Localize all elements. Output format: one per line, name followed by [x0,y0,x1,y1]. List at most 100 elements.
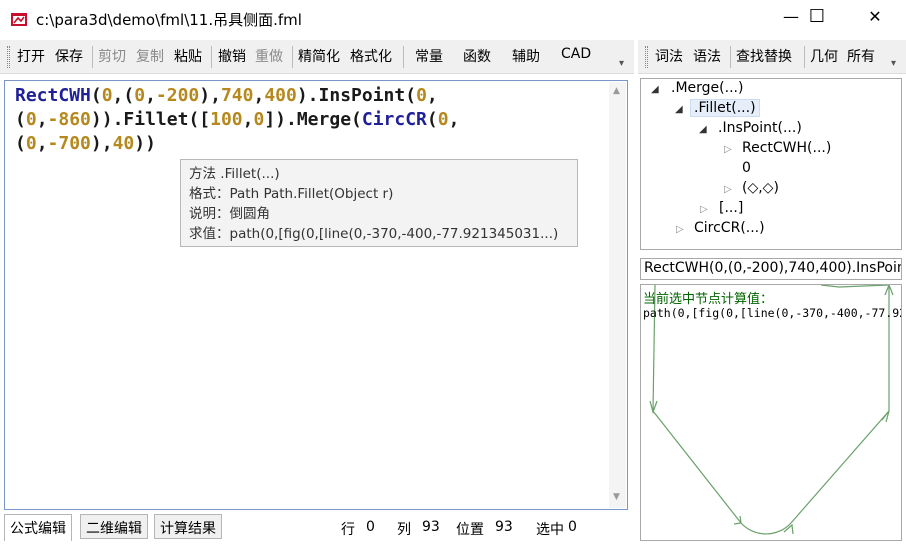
code-line-1: RectCWH(0,(0,-200),740,400).InsPoint(0, [15,85,438,106]
collapse-icon[interactable]: ▷ [676,224,684,235]
toolbar-grip[interactable] [645,46,648,68]
code-token: ([ [188,109,211,130]
close-button[interactable]: ✕ [852,0,898,32]
collapse-icon[interactable]: ▷ [724,144,732,155]
code-token: ( [15,109,26,130]
code-token: 100 [210,109,243,130]
app-icon [11,13,27,26]
code-token: -860 [47,109,91,130]
tooltip-value: 求值：path(0,[fig(0,[line(0,-370,-400,-77.9… [189,226,559,242]
syntax-tree[interactable]: ◢ .Merge(...) ◢ .Fillet(...) ◢ .InsPoint… [640,78,902,250]
status-pos-value: 93 [495,519,513,535]
constant-menu[interactable]: 常量 [415,46,443,66]
find-replace-button[interactable]: 查找替换 [736,46,792,66]
result-panel: 当前选中节点计算值： path(0,[fig(0,[line(0,-370,-4… [640,284,902,541]
status-sel-value: 0 [568,519,577,535]
code-token: , [448,109,460,130]
cad-menu[interactable]: CAD [561,46,591,62]
expression-input[interactable]: RectCWH(0,(0,-200),740,400).InsPoint(0,(… [640,258,902,280]
tab-calc-result[interactable]: 计算结果 [154,514,222,539]
tooltip-format: 格式：Path Path.Fillet(Object r) [189,186,394,202]
code-token: 0 [101,85,113,106]
status-col-label: 列 [397,522,411,538]
scroll-up-icon[interactable]: ▲ [613,86,620,96]
result-path-preview [649,285,894,535]
function-menu[interactable]: 函数 [463,46,491,66]
code-token: , [145,85,156,106]
code-token: 400 [264,85,297,106]
redo-button[interactable]: 重做 [255,46,283,66]
code-token: ]). [264,109,297,130]
toolbar-grip[interactable] [7,46,10,68]
toolbar-separator [92,46,93,68]
toolbar-overflow-icon[interactable]: ▾ [891,58,896,69]
code-token: 0 [134,85,146,106]
status-col-value: 93 [422,519,440,535]
code-token: , [36,133,48,154]
code-token: InsPoint [318,85,406,106]
scroll-down-icon[interactable]: ▼ [613,492,620,502]
tree-node-circcr[interactable]: CircCR(...) [694,220,765,236]
toolbar-overflow-icon[interactable]: ▾ [619,58,624,69]
geometry-button[interactable]: 几何 [810,46,838,66]
toolbar-separator [403,46,404,68]
code-token: 0 [437,109,449,130]
all-button[interactable]: 所有 [847,46,875,66]
code-token: RectCWH [15,85,91,106]
code-token: ), [199,85,221,106]
code-token: ( [90,85,102,106]
code-token: 40 [112,133,135,154]
tree-node-zero[interactable]: 0 [742,160,751,176]
path-direction-arrow-icon [783,523,794,535]
maximize-button[interactable]: ☐ [794,0,840,32]
cut-button[interactable]: 剪切 [98,46,126,66]
paste-button[interactable]: 粘贴 [174,46,202,66]
code-token: )). [90,109,124,130]
tab-formula-edit[interactable]: 公式编辑 [4,514,72,541]
code-token: )) [134,133,156,154]
code-token: 0 [25,109,37,130]
tree-node-merge[interactable]: .Merge(...) [671,80,743,96]
tree-node-point[interactable]: (◇,◇) [742,180,779,196]
code-token: ( [426,109,438,130]
open-button[interactable]: 打开 [17,46,45,66]
assist-menu[interactable]: 辅助 [512,46,540,66]
status-row-label: 行 [341,522,355,538]
editor-scrollbar[interactable]: ▲ ▼ [609,82,626,508]
collapse-icon[interactable]: ▷ [724,184,732,195]
tab-2d-edit[interactable]: 二维编辑 [80,514,148,539]
window-title: c:\para3d\demo\fml\11.吊具侧面.fml [36,11,302,29]
status-pos-label: 位置 [456,522,484,538]
code-token: -200 [155,85,200,106]
code-token: Fillet [123,109,189,130]
result-path-outline [652,285,890,535]
syntax-button[interactable]: 语法 [693,46,721,66]
code-token: -700 [47,133,91,154]
format-button[interactable]: 格式化 [350,46,392,66]
code-token: 0 [416,85,427,106]
code-token: , [426,85,438,106]
tree-node-array[interactable]: [...] [719,200,743,216]
tree-node-inspoint[interactable]: .InsPoint(...) [718,120,802,136]
code-token: , [36,109,48,130]
code-token: ( [405,85,417,106]
formula-editor[interactable]: RectCWH(0,(0,-200),740,400).InsPoint(0, … [4,80,628,510]
tree-node-fillet[interactable]: .Fillet(...) [690,99,760,117]
expand-icon[interactable]: ◢ [675,104,683,115]
lexical-button[interactable]: 词法 [655,46,683,66]
expand-icon[interactable]: ◢ [699,124,707,135]
code-token: , [242,109,254,130]
simplify-button[interactable]: 精简化 [298,46,340,66]
title-bar: c:\para3d\demo\fml\11.吊具侧面.fml — ☐ ✕ [0,0,906,38]
result-value: path(0,[fig(0,[line(0,-370,-400,-77.9213… [643,306,901,320]
tree-toolbar: 词法 语法 查找替换 几何 所有 ▾ [638,40,906,74]
undo-button[interactable]: 撤销 [218,46,246,66]
method-tooltip: 方法 .Fillet(...) 格式：Path Path.Fillet(Obje… [180,159,578,247]
tree-node-rectcwh[interactable]: RectCWH(...) [742,140,831,156]
status-row-value: 0 [366,519,375,535]
expand-icon[interactable]: ◢ [651,84,659,95]
save-button[interactable]: 保存 [55,46,83,66]
collapse-icon[interactable]: ▷ [700,204,708,215]
code-token: 0 [25,133,37,154]
copy-button[interactable]: 复制 [136,46,164,66]
